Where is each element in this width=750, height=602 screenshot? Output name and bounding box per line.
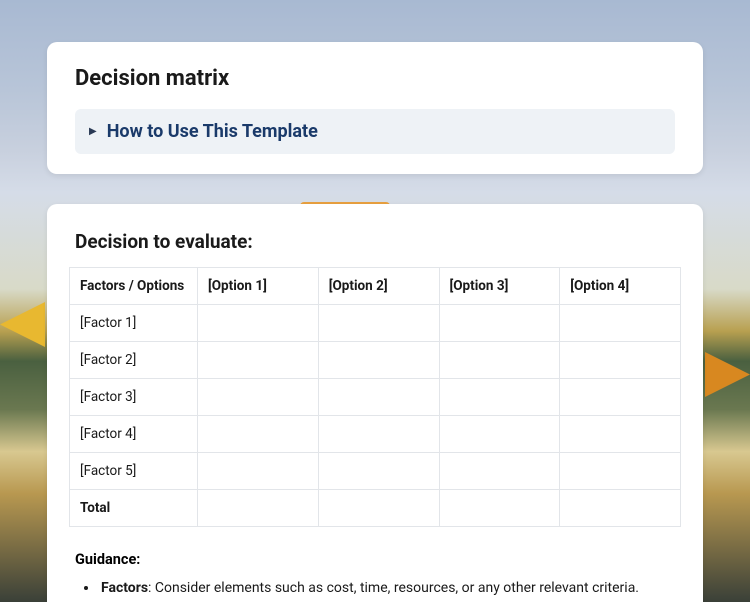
value-cell[interactable] [560,453,681,490]
table-header-option: [Option 1] [198,268,319,305]
total-cell [439,490,560,527]
table-row: [Factor 3] [70,379,681,416]
value-cell[interactable] [439,453,560,490]
value-cell[interactable] [318,453,439,490]
value-cell[interactable] [439,416,560,453]
value-cell[interactable] [318,416,439,453]
factor-cell: [Factor 1] [70,305,198,342]
value-cell[interactable] [198,342,319,379]
value-cell[interactable] [198,305,319,342]
value-cell[interactable] [439,342,560,379]
total-cell [198,490,319,527]
guidance-list: Factors: Consider elements such as cost,… [47,576,703,602]
section-heading: Decision to evaluate: [47,230,703,267]
factor-cell: [Factor 2] [70,342,198,379]
value-cell[interactable] [560,342,681,379]
value-cell[interactable] [560,305,681,342]
table-header-option: [Option 4] [560,268,681,305]
value-cell[interactable] [318,342,439,379]
value-cell[interactable] [198,453,319,490]
header-card: Decision matrix ▶ How to Use This Templa… [47,42,703,174]
factor-cell: [Factor 5] [70,453,198,490]
value-cell[interactable] [198,416,319,453]
disclosure-triangle-icon: ▶ [89,127,97,137]
factor-cell: [Factor 3] [70,379,198,416]
value-cell[interactable] [439,379,560,416]
bg-arrow-right [705,352,750,397]
content-card: Decision to evaluate: Factors / Options … [47,204,703,602]
table-header-option: [Option 3] [439,268,560,305]
how-to-use-callout[interactable]: ▶ How to Use This Template [75,109,675,154]
table-header-corner: Factors / Options [70,268,198,305]
value-cell[interactable] [560,416,681,453]
table-row: [Factor 4] [70,416,681,453]
value-cell[interactable] [318,305,439,342]
callout-title: How to Use This Template [107,121,318,142]
guidance-term: Factors [101,580,148,596]
decision-matrix-table: Factors / Options [Option 1] [Option 2] … [69,267,681,527]
guidance-desc: : Consider elements such as cost, time, … [148,580,639,596]
table-row: [Factor 2] [70,342,681,379]
guidance-heading: Guidance: [47,527,703,576]
table-row: [Factor 1] [70,305,681,342]
table-row: [Factor 5] [70,453,681,490]
total-cell [318,490,439,527]
value-cell[interactable] [439,305,560,342]
value-cell[interactable] [198,379,319,416]
page-title: Decision matrix [75,66,675,91]
factor-cell: [Factor 4] [70,416,198,453]
table-row-total: Total [70,490,681,527]
total-cell [560,490,681,527]
total-label-cell: Total [70,490,198,527]
table-header-option: [Option 2] [318,268,439,305]
value-cell[interactable] [560,379,681,416]
value-cell[interactable] [318,379,439,416]
guidance-item: Factors: Consider elements such as cost,… [99,576,675,601]
